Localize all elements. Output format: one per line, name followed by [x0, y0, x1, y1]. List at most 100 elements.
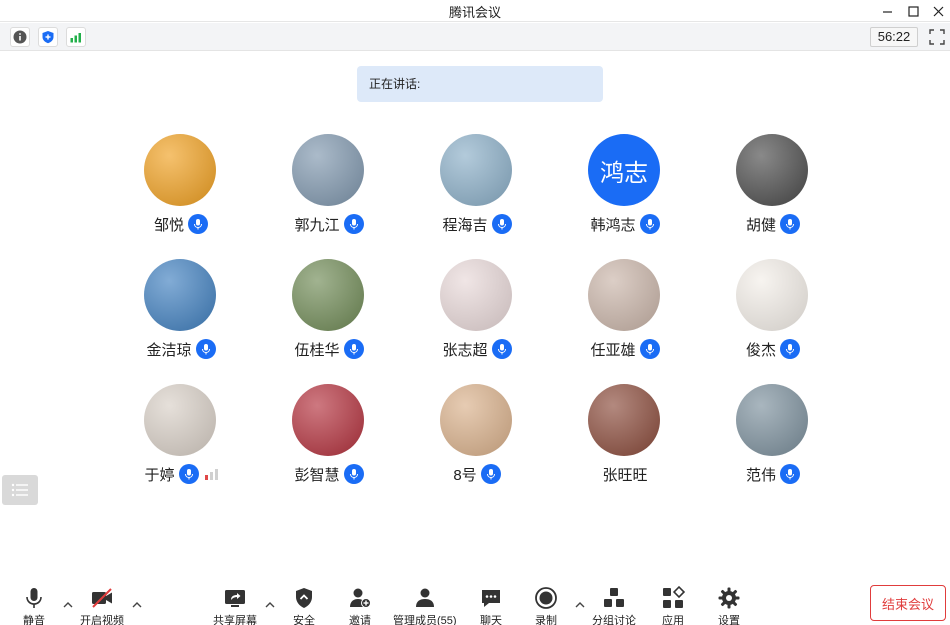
avatar [736, 259, 808, 331]
participant-list-toggle[interactable] [2, 475, 38, 505]
security-status-button[interactable] [38, 27, 58, 47]
weak-signal-icon [204, 468, 218, 480]
participant-tile[interactable]: 范伟 [699, 384, 847, 494]
participant-tile[interactable]: 彭智慧 [255, 384, 403, 494]
security-button[interactable]: 安全 [292, 586, 316, 625]
shield-icon [42, 31, 54, 44]
mute-label: 静音 [23, 615, 45, 625]
breakout-rooms-button[interactable]: 分组讨论 [592, 586, 636, 625]
participant-name: 俊杰 [745, 341, 776, 359]
participant-tile[interactable]: 金洁琼 [107, 259, 255, 369]
participant-tile[interactable]: 邹悦 [107, 134, 255, 244]
avatar [144, 259, 216, 331]
share-options-chevron-up-icon[interactable] [264, 600, 276, 610]
avatar [144, 134, 216, 206]
signal-icon [70, 33, 81, 43]
record-icon [535, 587, 557, 609]
fullscreen-icon[interactable] [928, 28, 946, 46]
participant-name-row: 于婷 [107, 463, 255, 485]
manage-members-label: 管理成员(55) [393, 615, 457, 625]
members-icon [415, 588, 434, 607]
chat-button[interactable]: 聊天 [479, 586, 503, 625]
participant-name: 8号 [453, 466, 477, 484]
network-status-button[interactable] [66, 27, 86, 47]
record-label: 录制 [535, 615, 557, 625]
avatar [440, 384, 512, 456]
maximize-button[interactable] [901, 0, 925, 22]
security-label: 安全 [293, 615, 315, 625]
maximize-icon [907, 5, 919, 17]
participant-name-row: 范伟 [699, 463, 847, 485]
participant-tile[interactable]: 张志超 [403, 259, 551, 369]
record-button[interactable]: 录制 [534, 586, 558, 625]
invite-button[interactable]: 邀请 [348, 586, 372, 625]
speaking-indicator: 正在讲话: [357, 66, 603, 102]
microphone-icon [343, 464, 364, 484]
settings-label: 设置 [718, 615, 740, 625]
microphone-icon [188, 214, 208, 234]
participant-name-row: 邹悦 [107, 213, 255, 235]
meeting-timer: 56:22 [870, 27, 918, 47]
participant-tile[interactable]: 于婷 [107, 384, 255, 494]
minimize-button[interactable] [875, 0, 899, 22]
gear-icon [718, 587, 740, 609]
avatar [736, 134, 808, 206]
invite-label: 邀请 [349, 615, 371, 625]
info-icon [13, 30, 27, 44]
record-options-chevron-up-icon[interactable] [574, 600, 586, 610]
manage-members-button[interactable]: 管理成员(55) [393, 586, 457, 625]
mute-options-chevron-up-icon[interactable] [62, 600, 74, 610]
participant-tile[interactable]: 伍桂华 [255, 259, 403, 369]
add-user-icon [350, 588, 371, 608]
participant-name-row: 张志超 [403, 338, 551, 360]
participant-tile[interactable]: 8号 [403, 384, 551, 494]
participant-tile[interactable]: 胡健 [699, 134, 847, 244]
avatar [292, 134, 364, 206]
share-screen-label: 共享屏幕 [213, 615, 257, 625]
participant-name-row: 伍桂华 [255, 338, 403, 360]
avatar [588, 259, 660, 331]
microphone-icon [195, 339, 216, 359]
avatar [292, 259, 364, 331]
avatar [144, 384, 216, 456]
participant-name: 张旺旺 [602, 466, 648, 484]
microphone-icon [480, 464, 501, 484]
mute-button[interactable]: 静音 [22, 586, 46, 625]
minimize-icon [882, 10, 892, 13]
participant-name-row: 俊杰 [699, 338, 847, 360]
meeting-toolbar: 静音 开启视频 共享屏幕 安全 邀请 管理成员(55) 聊天 录制 分组讨论 应… [0, 578, 950, 625]
participant-name-row: 张旺旺 [551, 463, 699, 485]
close-button[interactable] [926, 0, 950, 22]
video-options-chevron-up-icon[interactable] [131, 600, 143, 610]
microphone-icon [639, 214, 660, 234]
participant-name-row: 程海吉 [403, 213, 551, 235]
apps-button[interactable]: 应用 [661, 586, 685, 625]
settings-button[interactable]: 设置 [717, 586, 741, 625]
avatar: 鸿志 [588, 134, 660, 206]
participant-name: 金洁琼 [146, 341, 192, 359]
start-video-label: 开启视频 [80, 615, 124, 625]
microphone-icon [639, 339, 660, 359]
participant-name-row: 郭九江 [255, 213, 403, 235]
participant-name: 任亚雄 [590, 341, 636, 359]
breakout-icon [604, 588, 624, 607]
microphone-icon [780, 214, 800, 234]
avatar [736, 384, 808, 456]
start-video-button[interactable]: 开启视频 [80, 586, 124, 625]
avatar [440, 259, 512, 331]
participant-tile[interactable]: 鸿志 韩鸿志 [551, 134, 699, 244]
participant-tile[interactable]: 任亚雄 [551, 259, 699, 369]
share-screen-button[interactable]: 共享屏幕 [213, 586, 257, 625]
chat-label: 聊天 [480, 615, 502, 625]
microphone-icon [343, 214, 364, 234]
participant-tile[interactable]: 郭九江 [255, 134, 403, 244]
end-meeting-button[interactable]: 结束会议 [870, 585, 946, 621]
participant-name: 彭智慧 [294, 466, 340, 484]
participant-tile[interactable]: 程海吉 [403, 134, 551, 244]
avatar [440, 134, 512, 206]
participant-tile[interactable]: 张旺旺 [551, 384, 699, 494]
participant-name: 邹悦 [153, 216, 184, 234]
microphone-icon [491, 214, 512, 234]
participant-tile[interactable]: 俊杰 [699, 259, 847, 369]
meeting-info-button[interactable] [10, 27, 30, 47]
